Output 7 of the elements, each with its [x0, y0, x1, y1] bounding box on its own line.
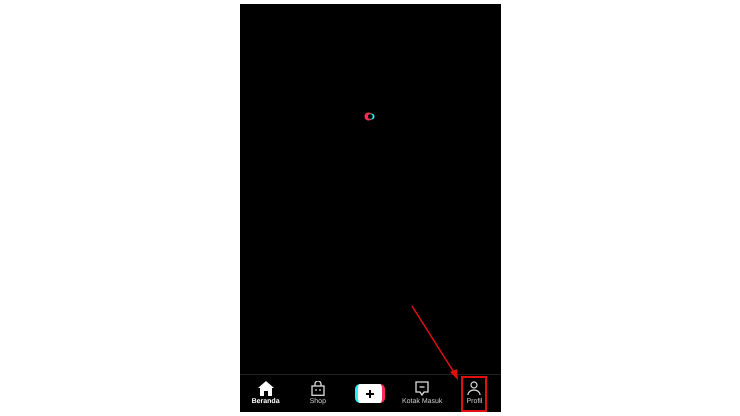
shopping-bag-icon — [310, 381, 325, 396]
home-icon — [258, 381, 274, 396]
plus-icon — [365, 388, 375, 398]
person-icon — [467, 381, 482, 396]
loading-dots-icon — [364, 112, 376, 121]
message-icon — [415, 381, 430, 396]
create-button[interactable] — [355, 384, 385, 403]
